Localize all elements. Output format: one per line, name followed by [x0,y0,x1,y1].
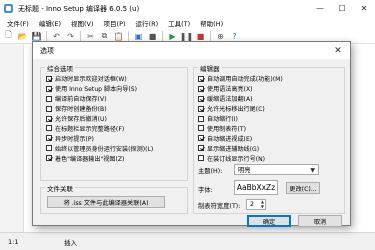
option-syntax-fold[interactable]: 缓缩语法加翻(A) [198,94,283,104]
file-association-title: 文件关联 [45,183,75,193]
app-icon [4,4,13,13]
change-font-button[interactable]: 更改(C)... [286,182,320,194]
menu-bar: 文件(F) 编辑(E) 视图(V) 项目(P) 运行(R) 工具(T) 帮助(H… [0,17,375,29]
window-controls: — ☐ ✕ [309,0,375,17]
target-icon[interactable]: ⊕ [215,31,226,42]
menu-tools[interactable]: 工具(T) [163,18,195,28]
editor-options-list: 自动调用自动完成(功能)(M) 使用语法高亮(X) 缓缩语法加翻(A) 允许光标… [198,74,283,163]
menu-view[interactable]: 视图(V) [66,18,99,28]
cut-icon[interactable]: ✂ [85,31,96,42]
checkbox[interactable] [46,115,52,122]
font-sample: AaBbXxZz [234,180,278,195]
spinner-arrows-icon[interactable]: ▲ ▼ [261,199,264,209]
help-icon[interactable]: ? [229,31,240,42]
save-icon[interactable]: 💾 [31,31,42,42]
compile-icon[interactable]: ▣ [133,31,144,42]
option-word-wrap[interactable]: 自动缩行(I) [198,114,283,124]
open-folder-icon[interactable]: 📂 [17,31,28,42]
menu-run[interactable]: 运行(R) [131,18,164,28]
checkbox[interactable] [46,155,52,162]
general-options-list: 启动时显示欢迎对话框(W) 使用 Inno Setup 脚本向导(S) 编译前自… [46,74,153,163]
checkbox[interactable] [46,95,52,102]
chevron-down-icon: ▼ [310,167,315,174]
option-autosave[interactable]: 编译前自动保存(V) [46,94,153,104]
checkbox[interactable] [198,95,204,102]
option-show-welcome[interactable]: 启动时显示欢迎对话框(W) [46,74,153,84]
line-gutter [0,44,24,232]
checkbox[interactable] [46,85,52,92]
option-autocomplete[interactable]: 自动调用自动完成(功能)(M) [198,74,283,84]
checkbox[interactable] [46,75,52,82]
run-icon[interactable]: ▶ [167,31,178,42]
option-syntax-highlight[interactable]: 使用语法高亮(X) [198,84,283,94]
dialog-title: 选项 [40,46,54,55]
window-title: 无标题 - Inno Setup 编译器 6.0.5 (u) [18,4,140,13]
option-async-prompt[interactable]: 异步时提示(P) [46,133,153,143]
minimize-icon[interactable]: — [309,0,331,17]
checkbox[interactable] [46,145,52,152]
option-line-numbers[interactable]: 在装订线显示行号(N) [198,153,283,163]
toolbar-separator [128,30,129,42]
paste-icon[interactable]: 📋 [113,31,124,42]
general-options-title: 综合选项 [45,63,75,73]
checkbox[interactable] [198,135,204,142]
cancel-button[interactable]: 取消 [298,215,342,227]
menu-project[interactable]: 项目(P) [99,18,131,28]
dialog-title-bar: 选项 ✕ [33,42,350,59]
checkbox[interactable] [198,125,204,132]
editor-options-title: 编辑器 [198,63,222,73]
menu-edit[interactable]: 编辑(E) [34,18,66,28]
terminate-icon[interactable]: ■ [195,31,206,42]
tab-width-input[interactable]: 2 ▲ ▼ [246,199,266,210]
option-full-path[interactable]: 在标题栏显示完整路径(F) [46,123,153,133]
checkbox[interactable] [198,75,204,82]
theme-label: 主题(H): [198,168,223,175]
file-association-group: 文件关联 将 .iss 文件与此编译器关联(A) [40,183,188,214]
option-undo-after-save[interactable]: 允许保存后撤消(U) [46,114,153,124]
stop-compile-icon[interactable]: ■ [147,31,158,42]
dialog-close-icon[interactable]: ✕ [326,42,350,59]
toolbar-separator [210,30,211,42]
title-bar: 无标题 - Inno Setup 编译器 6.0.5 (u) — ☐ ✕ [0,0,375,17]
checkbox[interactable] [198,105,204,112]
general-options-group: 综合选项 启动时显示欢迎对话框(W) 使用 Inno Setup 脚本向导(S)… [40,63,188,181]
editor-options-group: 编辑器 自动调用自动完成(功能)(M) 使用语法高亮(X) 缓缩语法加翻(A) … [193,63,345,214]
option-auto-indent[interactable]: 自动缩进视成(E) [198,133,283,143]
toolbar-separator [46,30,47,42]
checkbox[interactable] [198,115,204,122]
toolbar-separator [162,30,163,42]
checkbox[interactable] [46,125,52,132]
close-icon[interactable]: ✕ [353,0,375,17]
undo-icon[interactable]: ↶ [51,31,62,42]
checkbox[interactable] [198,155,204,162]
checkbox[interactable] [198,145,204,152]
new-file-icon[interactable]: 🗋 [3,30,14,42]
cursor-position: 1:1 [8,237,19,246]
checkbox[interactable] [46,105,52,112]
options-dialog: 选项 ✕ 综合选项 启动时显示欢迎对话框(W) 使用 Inno Setup 脚本… [32,41,351,227]
font-label: 字体: [198,187,213,194]
option-use-tabs[interactable]: 使用制表符(T) [198,123,283,133]
theme-select[interactable]: 明亮 ▼ [234,164,319,175]
associate-iss-button[interactable]: 将 .iss 文件与此编译器关联(A) [47,196,165,208]
toolbar-separator [80,30,81,42]
copy-icon[interactable]: ⧉ [99,31,110,42]
option-script-wizard[interactable]: 使用 Inno Setup 脚本向导(S) [46,84,153,94]
menu-file[interactable]: 文件(F) [2,18,34,28]
checkbox[interactable] [198,85,204,92]
menu-help[interactable]: 帮助(H) [195,18,228,28]
option-backup[interactable]: 保存时创建备份(B) [46,104,153,114]
checkbox[interactable] [46,135,52,142]
option-run-as-admin[interactable]: 始终以管理员身份运行安装(探测)(L) [46,143,153,153]
option-cursor-past-eol[interactable]: 允许光标移出行尾(C) [198,104,283,114]
pause-icon[interactable]: ❚❚ [180,31,193,42]
tab-width-label: 制表符宽度(T): [198,203,241,210]
ok-button[interactable]: 确定 [247,215,291,227]
maximize-icon[interactable]: ☐ [331,0,353,17]
option-indent-guides[interactable]: 显示缩进辅助线(G) [198,143,283,153]
insert-mode: 插入 [64,238,77,247]
status-bar: 1:1 插入 [0,232,375,250]
redo-icon[interactable]: ↷ [65,31,76,42]
option-colorize-output[interactable]: 着色"编译器输出"视图(Z) [46,153,153,163]
